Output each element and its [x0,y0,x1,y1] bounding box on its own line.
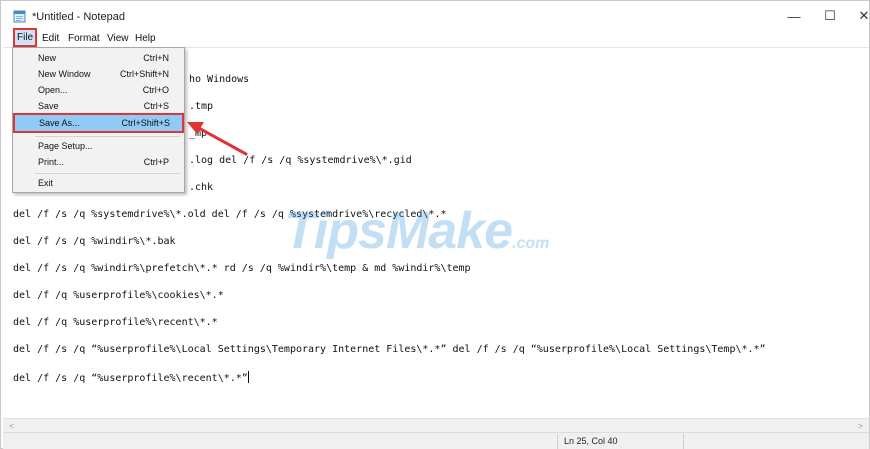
status-bar: Ln 25, Col 40 [3,432,869,449]
menu-item-shortcut: Ctrl+Shift+S [121,118,170,128]
menu-item-new-window[interactable]: New Window Ctrl+Shift+N [14,67,183,82]
watermark-text: TipsMake [284,202,513,260]
menu-item-print[interactable]: Print... Ctrl+P [14,155,183,170]
status-divider [557,434,558,449]
menu-format[interactable]: Format [65,32,103,45]
text-line-fragment: ho Windows [189,74,250,85]
scroll-right-icon[interactable]: > [858,419,863,433]
menu-item-label: Save [38,101,59,111]
menu-item-label: Open... [38,85,68,95]
menu-item-label: New Window [38,69,91,79]
text-line-fragment: .log del /f /s /q %systemdrive%\*.gid [189,155,412,166]
menu-item-label: New [38,53,57,63]
window-title: *Untitled - Notepad [32,11,125,23]
minimize-button[interactable]: — [777,1,811,31]
menu-item-save[interactable]: Save Ctrl+S [14,99,183,114]
text-line-fragment: .tmp [189,101,214,112]
horizontal-scrollbar[interactable]: < > [3,418,869,432]
menu-item-label: Print... [38,157,65,167]
text-line-fragment: _mp [189,128,208,139]
menu-item-shortcut: Ctrl+P [143,157,169,167]
status-divider [683,434,684,449]
text-caret [247,371,249,383]
cursor-position: Ln 25, Col 40 [564,436,618,446]
scroll-left-icon[interactable]: < [9,419,14,433]
menu-view[interactable]: View [104,32,132,45]
watermark-suffix: .com [512,235,550,252]
file-dropdown-menu: New Ctrl+N New Window Ctrl+Shift+N Open.… [12,47,185,193]
notepad-icon [13,10,26,23]
text-line-fragment: .chk [189,182,214,193]
menu-item-label: Exit [38,178,54,188]
close-button[interactable]: ✕ [847,1,870,31]
menu-item-new[interactable]: New Ctrl+N [14,51,183,66]
maximize-icon: ☐ [824,8,836,23]
menu-separator [35,173,180,174]
menu-item-open[interactable]: Open... Ctrl+O [14,83,183,98]
text-line-last: del /f /s /q “%userprofile%\recent\*.*” [13,371,249,384]
menu-help[interactable]: Help [132,32,159,45]
close-icon: ✕ [858,8,870,23]
text-line: del /f /q %userprofile%\cookies\*.* [13,290,224,301]
menu-item-shortcut: Ctrl+O [142,85,169,95]
watermark-logo: TipsMake.com [284,201,549,261]
menu-item-label: Page Setup... [38,141,93,151]
text-line: del /f /s /q “%userprofile%\Local Settin… [13,344,766,355]
menu-item-shortcut: Ctrl+Shift+N [119,69,169,79]
notepad-window: *Untitled - Notepad — ☐ ✕ File Edit Form… [0,0,870,449]
minimize-icon: — [787,8,801,24]
menu-item-exit[interactable]: Exit [14,176,183,191]
menu-item-label: Save As... [39,118,80,128]
text-line: del /f /s /q %windir%\*.bak [13,236,176,247]
menu-bar: File Edit Format View Help [1,28,869,47]
menu-item-save-as[interactable]: Save As... Ctrl+Shift+S [13,113,184,133]
title-bar: *Untitled - Notepad — ☐ ✕ [1,1,869,31]
menu-item-page-setup[interactable]: Page Setup... [14,139,183,154]
menu-item-shortcut: Ctrl+N [143,53,169,63]
text-line: del /f /q %userprofile%\recent\*.* [13,317,218,328]
menu-item-shortcut: Ctrl+S [143,101,169,111]
menu-separator [35,136,180,137]
menu-edit[interactable]: Edit [39,32,62,45]
maximize-button[interactable]: ☐ [813,1,847,31]
text-line-last-content: del /f /s /q “%userprofile%\recent\*.*” [13,373,248,384]
text-line: del /f /s /q %windir%\prefetch\*.* rd /s… [13,263,471,274]
menu-file[interactable]: File [13,28,38,47]
